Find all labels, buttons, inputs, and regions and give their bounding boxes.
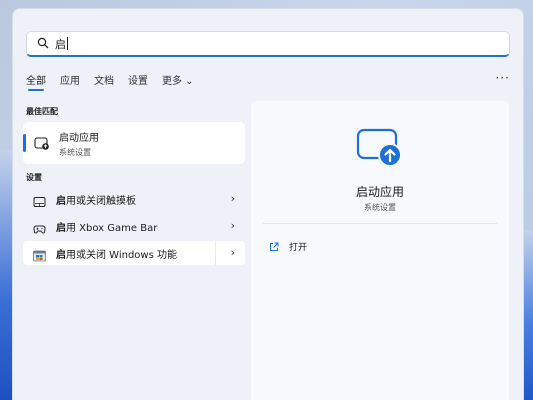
settings-heading: 设置: [26, 173, 42, 182]
selection-indicator: [23, 134, 26, 152]
chevron-right-icon: ›: [230, 246, 235, 259]
search-panel: 启 全部 应用 文档 设置 更多 ⌄ ··· 最佳匹配 启动应用 系统设置 设置…: [12, 8, 524, 400]
search-box[interactable]: 启: [26, 31, 510, 57]
setting-item-windows-features[interactable]: 启用或关闭 Windows 功能 ›: [23, 241, 245, 265]
setting-item-label: 启用或关闭触摸板: [56, 195, 136, 207]
best-match-subtitle: 系统设置: [59, 147, 91, 157]
text-caret: [67, 37, 68, 50]
filter-tabs: 全部 应用 文档 设置 更多 ⌄ ···: [26, 71, 510, 91]
tab-all[interactable]: 全部: [26, 72, 46, 91]
startup-apps-icon: [34, 136, 50, 150]
tab-documents[interactable]: 文档: [94, 72, 114, 91]
touchpad-icon: [33, 193, 46, 207]
best-match-heading: 最佳匹配: [26, 107, 58, 116]
tab-more[interactable]: 更多 ⌄: [162, 72, 194, 91]
open-action[interactable]: 打开: [269, 237, 307, 256]
detail-title: 启动应用: [355, 185, 404, 199]
setting-item-label: 启用 Xbox Game Bar: [56, 222, 158, 234]
best-match-title: 启动应用: [59, 132, 99, 144]
game-controller-icon: [33, 220, 46, 234]
divider: [263, 223, 497, 224]
chevron-right-icon: ›: [230, 192, 235, 205]
windows-features-icon: [33, 247, 46, 262]
search-icon: [37, 34, 49, 53]
best-match-item[interactable]: 启动应用 系统设置: [23, 122, 245, 164]
chevron-right-icon: ›: [230, 219, 235, 232]
more-options-button[interactable]: ···: [496, 71, 510, 85]
setting-item-label: 启用或关闭 Windows 功能: [56, 249, 177, 261]
detail-pane: 启动应用 系统设置 打开: [251, 101, 509, 400]
tab-apps[interactable]: 应用: [60, 72, 80, 91]
detail-subtitle: 系统设置: [364, 203, 396, 212]
startup-apps-icon: [355, 127, 403, 167]
setting-item-xbox-game-bar[interactable]: 启用 Xbox Game Bar ›: [23, 214, 245, 238]
tab-settings[interactable]: 设置: [128, 72, 148, 91]
setting-item-touchpad[interactable]: 启用或关闭触摸板 ›: [23, 187, 245, 211]
open-external-icon: [269, 237, 279, 256]
open-label: 打开: [289, 243, 308, 253]
search-input[interactable]: 启: [55, 36, 66, 52]
